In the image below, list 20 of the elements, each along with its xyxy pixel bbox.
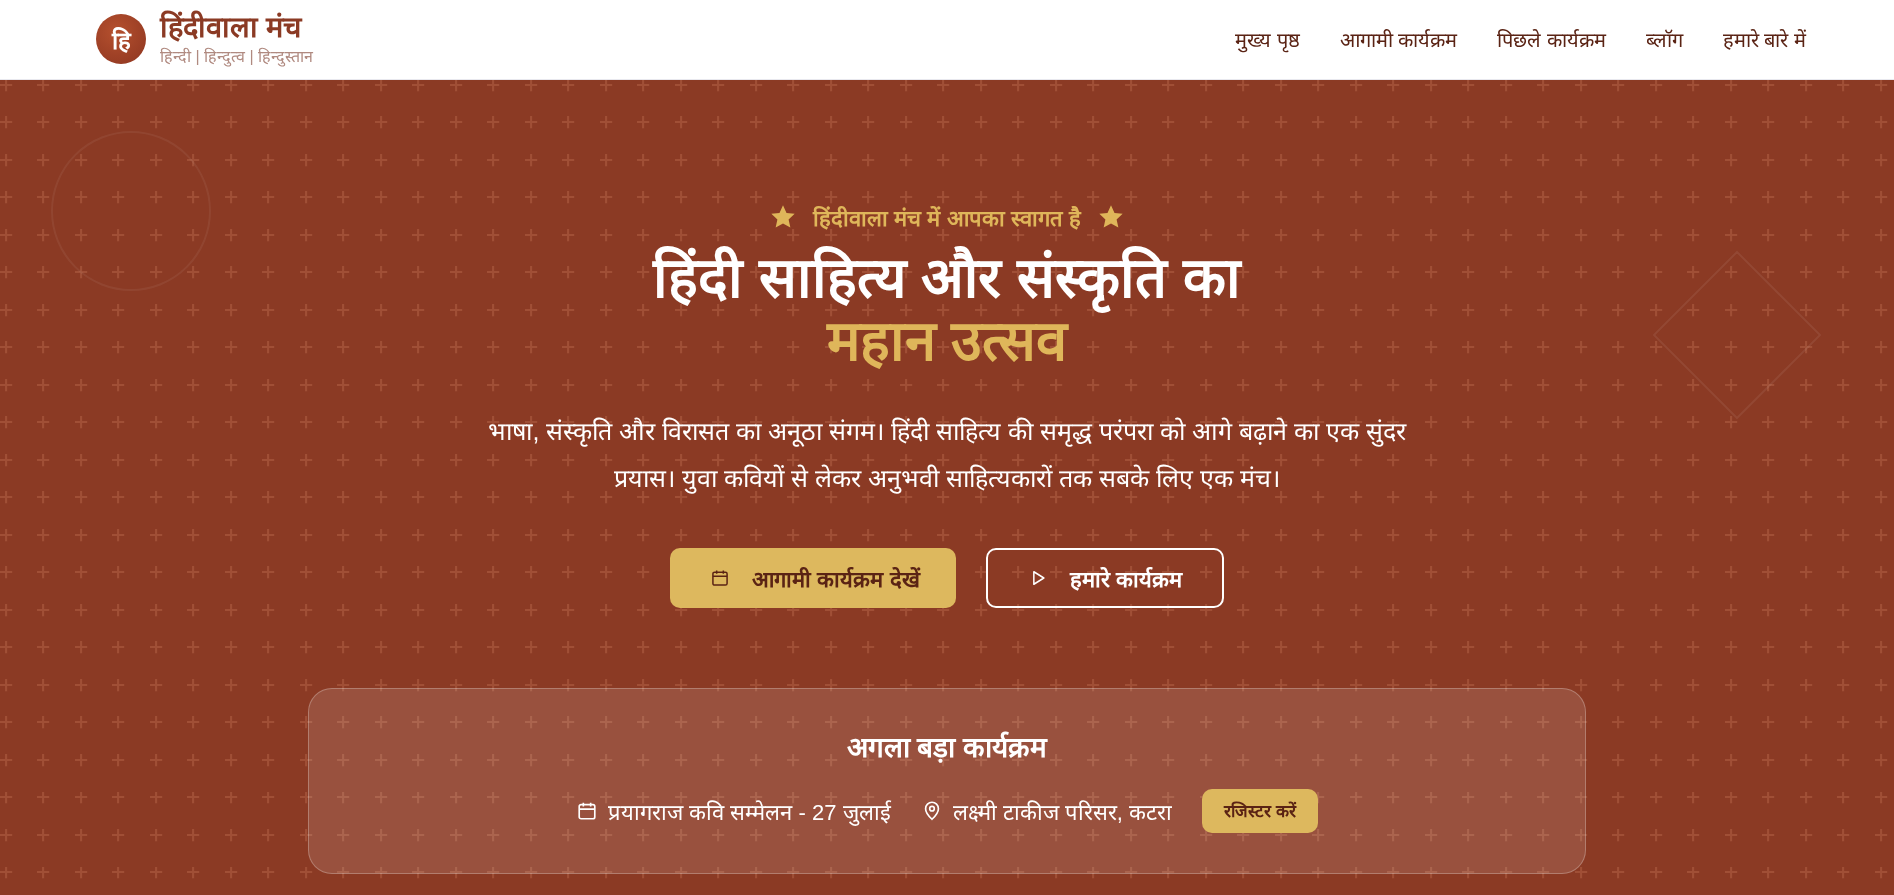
nav-link[interactable]: पिछले कार्यक्रम — [1497, 26, 1606, 53]
event-location: लक्ष्मी टाकीज परिसर, कटरा — [952, 799, 1173, 826]
site-title[interactable]: हिंदीवाला मंच — [160, 11, 314, 44]
welcome-text: हिंदीवाला मंच में आपका स्वागत है — [813, 205, 1081, 232]
nav-link[interactable]: हमारे बारे में — [1722, 26, 1806, 53]
nav-link[interactable]: आगामी कार्यक्रम — [1339, 26, 1458, 53]
nav-link[interactable]: मुख्य पृष्ठ — [1235, 26, 1300, 53]
hero-title: हिंदी साहित्य और संस्कृति का — [653, 246, 1241, 311]
calendar-icon — [576, 800, 599, 822]
register-button[interactable]: रजिस्टर करें — [1202, 789, 1318, 833]
site-tagline: हिन्दी | हिन्दुत्व | हिन्दुस्तान — [160, 46, 314, 68]
calendar-icon — [710, 568, 731, 588]
events-button[interactable]: आगामी कार्यक्रम देखें — [670, 548, 956, 608]
nav-link[interactable]: ब्लॉग — [1645, 26, 1683, 53]
event-name: प्रयागराज कवि सम्मेलन - 27 जुलाई — [608, 799, 891, 826]
event-heading: अगला बड़ा कार्यक्रम — [846, 730, 1048, 765]
hero-highlight: महान उत्सव — [826, 310, 1068, 372]
programs-button[interactable]: हमारे कार्यक्रम — [985, 548, 1224, 608]
hero-description: भाषा, संस्कृति और विरासत का अनूठा संगम। हिंदी साहित्य की समृद्ध परंपरा को आगे बढ़ाने का एक सुंदर प्रयास। युवा कवियों से लेकर अनुभवी साहित्यकारों तक सबके लिए एक मंच। — [487, 416, 1408, 496]
logo-badge[interactable]: हि — [96, 14, 146, 65]
